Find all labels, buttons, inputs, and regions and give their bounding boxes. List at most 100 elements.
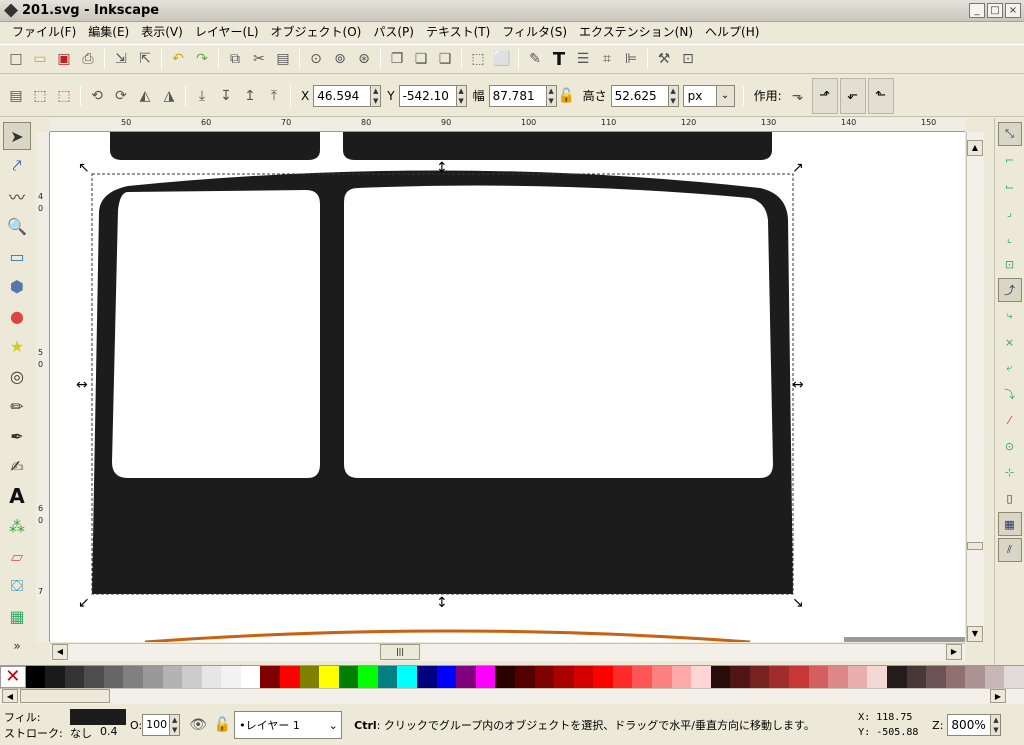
snap-cusp-icon[interactable]: ⤶ (998, 356, 1022, 380)
menu-layer[interactable]: レイヤー(L) (189, 22, 265, 42)
move-gradients-toggle[interactable]: ⬐ (839, 77, 866, 114)
import-icon[interactable]: ⇲ (109, 47, 133, 71)
opacity-field[interactable]: 100 (142, 714, 171, 736)
menu-object[interactable]: オブジェクト(O) (265, 22, 368, 42)
xml-editor-icon[interactable]: ⌗ (595, 47, 619, 71)
palette-swatch[interactable] (632, 666, 652, 688)
unlink-clone-icon[interactable]: ❑ (433, 47, 457, 71)
vertical-scroll-thumb[interactable] (967, 542, 983, 550)
width-field[interactable]: 87.781 (488, 84, 547, 107)
palette-swatch[interactable] (280, 666, 300, 688)
snap-intersection-icon[interactable]: ⨯ (998, 330, 1022, 354)
snap-nodes-icon[interactable]: ⤴ (997, 278, 1022, 302)
pen-tool-icon[interactable]: ✒ (3, 422, 31, 450)
palette-swatch[interactable] (182, 666, 202, 688)
palette-swatch[interactable] (103, 666, 124, 688)
scale-handle-bottom-right[interactable]: ↘ (792, 595, 804, 611)
menu-text[interactable]: テキスト(T) (420, 22, 496, 42)
no-paint-swatch[interactable]: ✕ (0, 666, 26, 688)
open-icon[interactable]: ▭ (28, 47, 52, 71)
palette-scroll-left-button[interactable]: ◀ (2, 689, 18, 703)
scale-handle-top-left[interactable]: ↖ (78, 160, 90, 176)
snap-smooth-icon[interactable]: ⤵ (998, 382, 1022, 406)
palette-swatch[interactable] (749, 666, 770, 688)
horizontal-scrollbar[interactable]: ◀ ||| ▶ (50, 643, 965, 661)
selector-tool-icon[interactable]: ➤ (3, 122, 31, 150)
palette-swatch[interactable] (867, 666, 887, 688)
palette-swatch[interactable] (436, 666, 457, 688)
palette-swatch[interactable] (730, 666, 750, 688)
stroke-value[interactable]: なし (70, 725, 92, 741)
palette-swatch[interactable] (162, 666, 183, 688)
scroll-down-button[interactable]: ▼ (967, 626, 983, 642)
orange-curve-shape[interactable] (144, 629, 751, 642)
top-left-tab-shape[interactable] (110, 132, 320, 160)
zoom-drawing-icon[interactable]: ⊚ (328, 47, 352, 71)
menu-view[interactable]: 表示(V) (135, 22, 189, 42)
palette-swatch[interactable] (475, 666, 496, 688)
palette-swatch[interactable] (612, 666, 633, 688)
node-tool-icon[interactable]: ⤤ (3, 152, 31, 180)
zoom-field[interactable]: 800% (947, 714, 992, 736)
palette-swatch[interactable] (593, 666, 613, 688)
close-button[interactable]: × (1005, 3, 1021, 18)
menu-extensions[interactable]: エクステンション(N) (573, 22, 699, 42)
eraser-tool-icon[interactable]: ▱ (3, 542, 31, 570)
palette-scroll-right-button[interactable]: ▶ (990, 689, 1006, 703)
palette-swatch[interactable] (201, 666, 222, 688)
stroke-width-value[interactable]: 0.4 (100, 725, 118, 741)
maximize-button[interactable]: □ (987, 3, 1003, 18)
lower-icon[interactable]: ↧ (214, 84, 238, 108)
palette-swatch[interactable] (573, 666, 594, 688)
text-tool-icon[interactable]: A (3, 482, 31, 510)
align-icon[interactable]: ⊫ (619, 47, 643, 71)
palette-swatch[interactable] (45, 666, 65, 688)
spiral-tool-icon[interactable]: ◎ (3, 362, 31, 390)
palette-swatch[interactable] (495, 666, 515, 688)
paste-icon[interactable]: ▤ (271, 47, 295, 71)
palette-swatch[interactable] (808, 666, 829, 688)
scale-handle-top[interactable]: ↕ (436, 160, 448, 176)
palette-swatch[interactable] (456, 666, 476, 688)
x-spinner[interactable]: ▲ ▼ (371, 84, 382, 107)
save-icon[interactable]: ▣ (52, 47, 76, 71)
palette-swatch[interactable] (64, 666, 85, 688)
y-spinner[interactable]: ▲ ▼ (456, 84, 467, 107)
palette-swatch[interactable] (142, 666, 163, 688)
spray-tool-icon[interactable]: ⁂ (3, 512, 31, 540)
more-tools-icon[interactable]: » (3, 632, 31, 660)
fill-color-swatch[interactable] (70, 709, 126, 725)
palette-swatch[interactable] (377, 666, 398, 688)
menu-edit[interactable]: 編集(E) (82, 22, 135, 42)
snap-bbox-midpoint-icon[interactable]: ⌞ (998, 226, 1022, 250)
layer-select[interactable]: •レイヤー 1 ⌄ (234, 711, 343, 739)
snap-toggle-icon[interactable]: ⤡ (997, 122, 1022, 146)
scale-handle-top-right[interactable]: ↗ (792, 160, 804, 176)
palette-swatch[interactable] (240, 666, 261, 688)
document-properties-icon[interactable]: ⊡ (676, 47, 700, 71)
snap-bbox-center-icon[interactable]: ⊡ (998, 252, 1022, 276)
snap-grid-icon[interactable]: ▦ (997, 512, 1022, 536)
palette-swatch[interactable] (886, 666, 907, 688)
palette-swatch[interactable] (965, 666, 985, 688)
gradient-tool-icon[interactable]: ▦ (3, 602, 31, 630)
palette-swatch[interactable] (221, 666, 241, 688)
snap-path-icon[interactable]: ⤷ (998, 304, 1022, 328)
palette-swatch[interactable] (554, 666, 574, 688)
scale-handle-bottom-left[interactable]: ↙ (78, 595, 90, 611)
menu-help[interactable]: ヘルプ(H) (699, 22, 765, 42)
menu-path[interactable]: パス(P) (367, 22, 420, 42)
move-patterns-toggle[interactable]: ⬑ (867, 77, 894, 114)
zoom-page-icon[interactable]: ⊛ (352, 47, 376, 71)
layers-icon[interactable]: ☰ (571, 47, 595, 71)
snap-rotation-center-icon[interactable]: ⊹ (998, 460, 1022, 484)
scroll-right-button[interactable]: ▶ (946, 644, 962, 660)
zoom-selection-icon[interactable]: ⊙ (304, 47, 328, 71)
palette-swatch[interactable] (847, 666, 868, 688)
duplicate-icon[interactable]: ❐ (385, 47, 409, 71)
palette-swatch[interactable] (25, 666, 46, 688)
palette-swatch[interactable] (514, 666, 535, 688)
palette-scroll-thumb[interactable] (20, 689, 110, 703)
unit-select[interactable]: px ⌄ (682, 84, 735, 107)
palette-swatch[interactable] (123, 666, 143, 688)
